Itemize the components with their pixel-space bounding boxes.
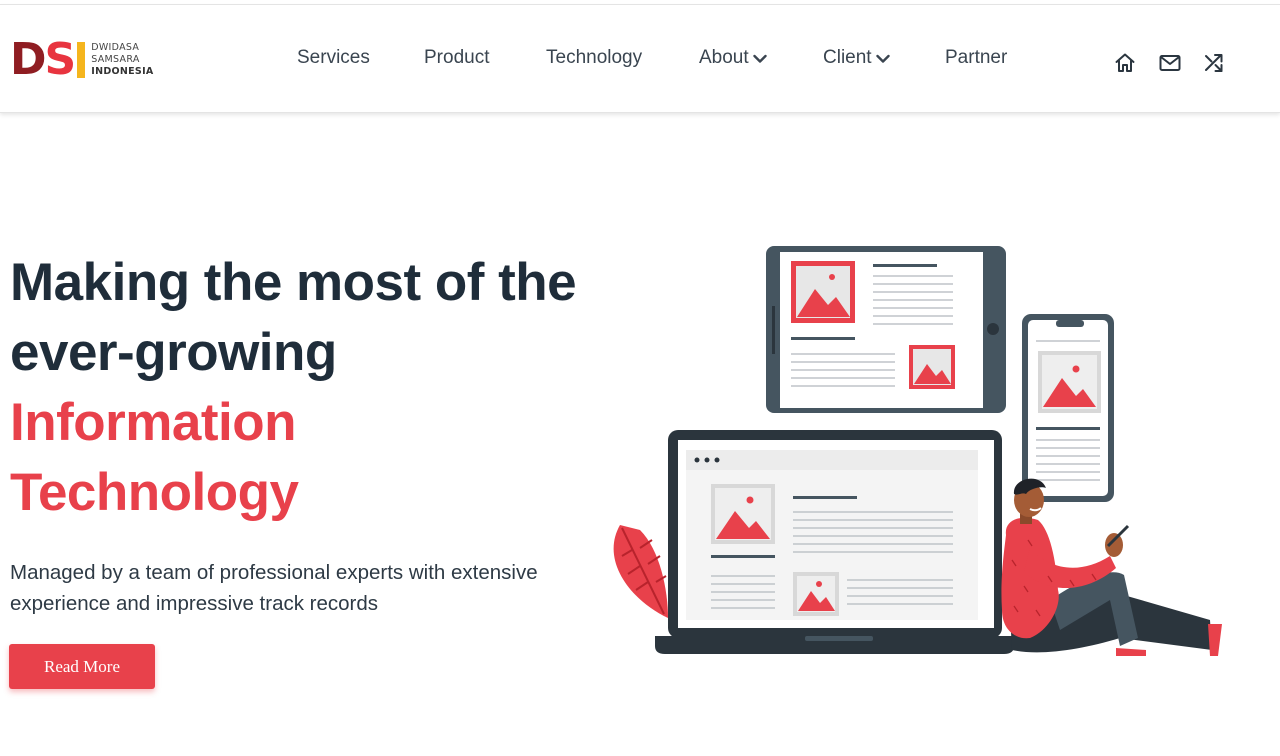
nav-technology-label: Technology [546,47,643,68]
nav-product-label: Product [424,47,490,68]
logo-mark: D S [10,34,86,85]
logo-bar-i [77,42,86,78]
nav-services[interactable]: Services [297,47,370,69]
hero-illustration [613,246,1222,656]
hero-title-line-4: Technology [10,463,299,522]
logo[interactable]: D S DWIDASA SAMSARA INDONESIA [10,38,154,82]
nav-about[interactable]: About [699,47,767,69]
nav-partner-label: Partner [945,47,1008,68]
nav-services-label: Services [297,47,370,68]
hero-title-line-3: Information [10,393,296,452]
person-icon [1001,478,1222,656]
nav-partner[interactable]: Partner [945,47,1007,69]
nav-product[interactable]: Product [424,47,489,69]
hero-title: Making the most of the ever-growing Info… [10,248,577,528]
nav-technology[interactable]: Technology [546,47,642,69]
chevron-down-icon [875,54,890,63]
chevron-down-icon [752,54,767,63]
logo-text: DWIDASA SAMSARA INDONESIA [91,42,153,78]
nav-about-label: About [699,47,749,68]
logo-letter-s: S [44,34,77,85]
mail-icon[interactable] [1158,51,1182,75]
tablet-icon [766,246,1006,413]
nav-client[interactable]: Client [823,47,890,69]
phone-icon [1022,314,1114,502]
home-icon[interactable] [1113,51,1137,75]
plant-leaf-icon [613,525,668,618]
logo-line-2: SAMSARA [91,54,140,65]
read-more-button[interactable]: Read More [9,644,155,689]
shuffle-icon[interactable] [1202,51,1226,75]
laptop-icon [655,430,1014,654]
nav-client-label: Client [823,47,872,68]
hero-title-line-1: Making the most of the [10,253,577,312]
site-header: D S DWIDASA SAMSARA INDONESIA Services P… [0,5,1280,113]
hero-subtitle: Managed by a team of professional expert… [10,561,538,615]
logo-line-3: INDONESIA [91,66,154,77]
logo-letter-d: D [10,34,47,85]
hero-title-line-2: ever-growing [10,323,337,382]
logo-line-1: DWIDASA [91,42,140,53]
